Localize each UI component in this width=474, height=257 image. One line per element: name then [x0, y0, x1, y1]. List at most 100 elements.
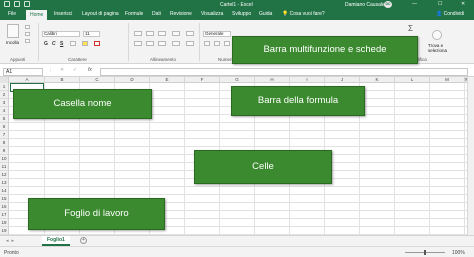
tab-data[interactable]: Dati: [152, 11, 161, 17]
paste-label[interactable]: Incolla: [6, 40, 19, 45]
autosum-icon[interactable]: Σ: [408, 24, 413, 33]
tab-page-layout[interactable]: Layout di pagina: [82, 11, 119, 17]
thousands-separator-icon[interactable]: [224, 41, 230, 46]
zoom-slider-knob[interactable]: [424, 250, 426, 255]
row-header[interactable]: 6: [0, 123, 9, 131]
tell-me-search[interactable]: 💡 Cosa vuoi fare?: [282, 11, 325, 17]
close-button[interactable]: ✕: [461, 1, 465, 7]
borders-icon[interactable]: [70, 41, 76, 46]
save-icon[interactable]: [4, 1, 10, 7]
row-header[interactable]: 1: [0, 83, 9, 91]
column-header[interactable]: H: [255, 77, 290, 83]
indent-icon[interactable]: [172, 41, 180, 46]
add-sheet-button[interactable]: +: [80, 237, 87, 244]
cut-icon[interactable]: [25, 25, 30, 29]
row-header[interactable]: 12: [0, 171, 9, 179]
underline-button[interactable]: S: [60, 41, 63, 47]
align-center-icon[interactable]: [146, 41, 154, 46]
status-ready: Pronto: [4, 249, 19, 256]
column-header[interactable]: B: [45, 77, 80, 83]
insert-function-icon[interactable]: fx: [88, 67, 92, 73]
number-format-select[interactable]: Generale: [203, 31, 231, 37]
format-painter-icon[interactable]: [25, 39, 30, 43]
user-name[interactable]: Damiano Causale: [345, 2, 385, 8]
sheet-nav-arrows[interactable]: ◂▸: [6, 238, 17, 244]
column-header[interactable]: G: [220, 77, 255, 83]
row-header[interactable]: 7: [0, 131, 9, 139]
find-select-button[interactable]: Trova e seleziona: [428, 43, 454, 53]
name-box[interactable]: A1: [3, 68, 43, 76]
column-header[interactable]: M: [430, 77, 465, 83]
tab-file[interactable]: File: [8, 11, 16, 17]
percent-icon[interactable]: [214, 41, 220, 46]
row-header[interactable]: 17: [0, 211, 9, 219]
column-header[interactable]: D: [115, 77, 150, 83]
row-header[interactable]: 2: [0, 91, 9, 99]
column-header[interactable]: J: [325, 77, 360, 83]
font-name-select[interactable]: Calibri: [42, 31, 80, 37]
copy-icon[interactable]: [25, 32, 30, 36]
callout-cells: Celle: [194, 150, 332, 184]
confirm-entry-icon[interactable]: ✓: [73, 67, 77, 73]
currency-icon[interactable]: [204, 41, 210, 46]
row-header[interactable]: 15: [0, 195, 9, 203]
tab-developer[interactable]: Sviluppo: [232, 11, 251, 17]
column-header[interactable]: L: [395, 77, 430, 83]
formula-input[interactable]: [100, 68, 468, 76]
status-bar: Pronto 100%: [0, 246, 474, 257]
row-header[interactable]: 4: [0, 107, 9, 115]
wrap-text-icon[interactable]: [186, 31, 194, 36]
italic-button[interactable]: C: [52, 41, 56, 47]
row-header[interactable]: 11: [0, 163, 9, 171]
callout-name-box: Casella nome: [13, 89, 152, 119]
fill-color-icon[interactable]: [82, 41, 88, 46]
orientation-icon[interactable]: [172, 31, 180, 36]
vertical-scrollbar[interactable]: [467, 77, 474, 235]
row-header[interactable]: 5: [0, 115, 9, 123]
tab-view[interactable]: Visualizza: [201, 11, 223, 17]
more-options-icon[interactable]: ⋮: [48, 67, 53, 73]
minimize-button[interactable]: —: [412, 1, 417, 7]
cancel-entry-icon[interactable]: ✕: [60, 67, 64, 73]
clipboard-icon[interactable]: [7, 24, 19, 38]
align-bottom-icon[interactable]: [158, 31, 166, 36]
formula-bar: A1 ⋮ ✕ ✓ fx: [0, 65, 474, 77]
avatar[interactable]: DC: [384, 1, 392, 8]
row-header[interactable]: 10: [0, 155, 9, 163]
column-header[interactable]: K: [360, 77, 395, 83]
row-header[interactable]: 18: [0, 219, 9, 227]
align-middle-icon[interactable]: [146, 31, 154, 36]
align-right-icon[interactable]: [158, 41, 166, 46]
column-header[interactable]: F: [185, 77, 220, 83]
share-button[interactable]: 👤 Condividi: [436, 11, 464, 17]
zoom-level[interactable]: 100%: [452, 250, 465, 256]
redo-icon[interactable]: [24, 1, 30, 7]
tab-review[interactable]: Revisione: [170, 11, 192, 17]
magnifier-icon[interactable]: [432, 30, 442, 40]
align-top-icon[interactable]: [134, 31, 142, 36]
font-color-icon[interactable]: [94, 41, 100, 46]
tab-help[interactable]: Guida: [259, 11, 272, 17]
row-header[interactable]: 13: [0, 179, 9, 187]
row-header[interactable]: 8: [0, 139, 9, 147]
row-header[interactable]: 19: [0, 227, 9, 235]
row-header[interactable]: 16: [0, 203, 9, 211]
sheet-tab-foglio1[interactable]: Foglio1: [42, 236, 70, 246]
share-label: Condividi: [443, 11, 465, 17]
align-left-icon[interactable]: [134, 41, 142, 46]
row-header[interactable]: 3: [0, 99, 9, 107]
bold-button[interactable]: G: [44, 41, 48, 47]
column-header[interactable]: I: [290, 77, 325, 83]
sheet-tabs-bar: ◂▸ Foglio1 +: [0, 235, 474, 246]
column-header[interactable]: E: [150, 77, 185, 83]
tab-insert[interactable]: Inserisci: [54, 11, 72, 17]
row-header[interactable]: 14: [0, 187, 9, 195]
font-size-select[interactable]: 11: [83, 31, 100, 37]
undo-icon[interactable]: [14, 1, 20, 7]
row-header[interactable]: 9: [0, 147, 9, 155]
tab-home[interactable]: Home: [26, 10, 48, 20]
merge-center-icon[interactable]: [186, 41, 194, 46]
column-header[interactable]: C: [80, 77, 115, 83]
maximize-button[interactable]: ☐: [438, 1, 442, 7]
tab-formulas[interactable]: Formule: [125, 11, 143, 17]
